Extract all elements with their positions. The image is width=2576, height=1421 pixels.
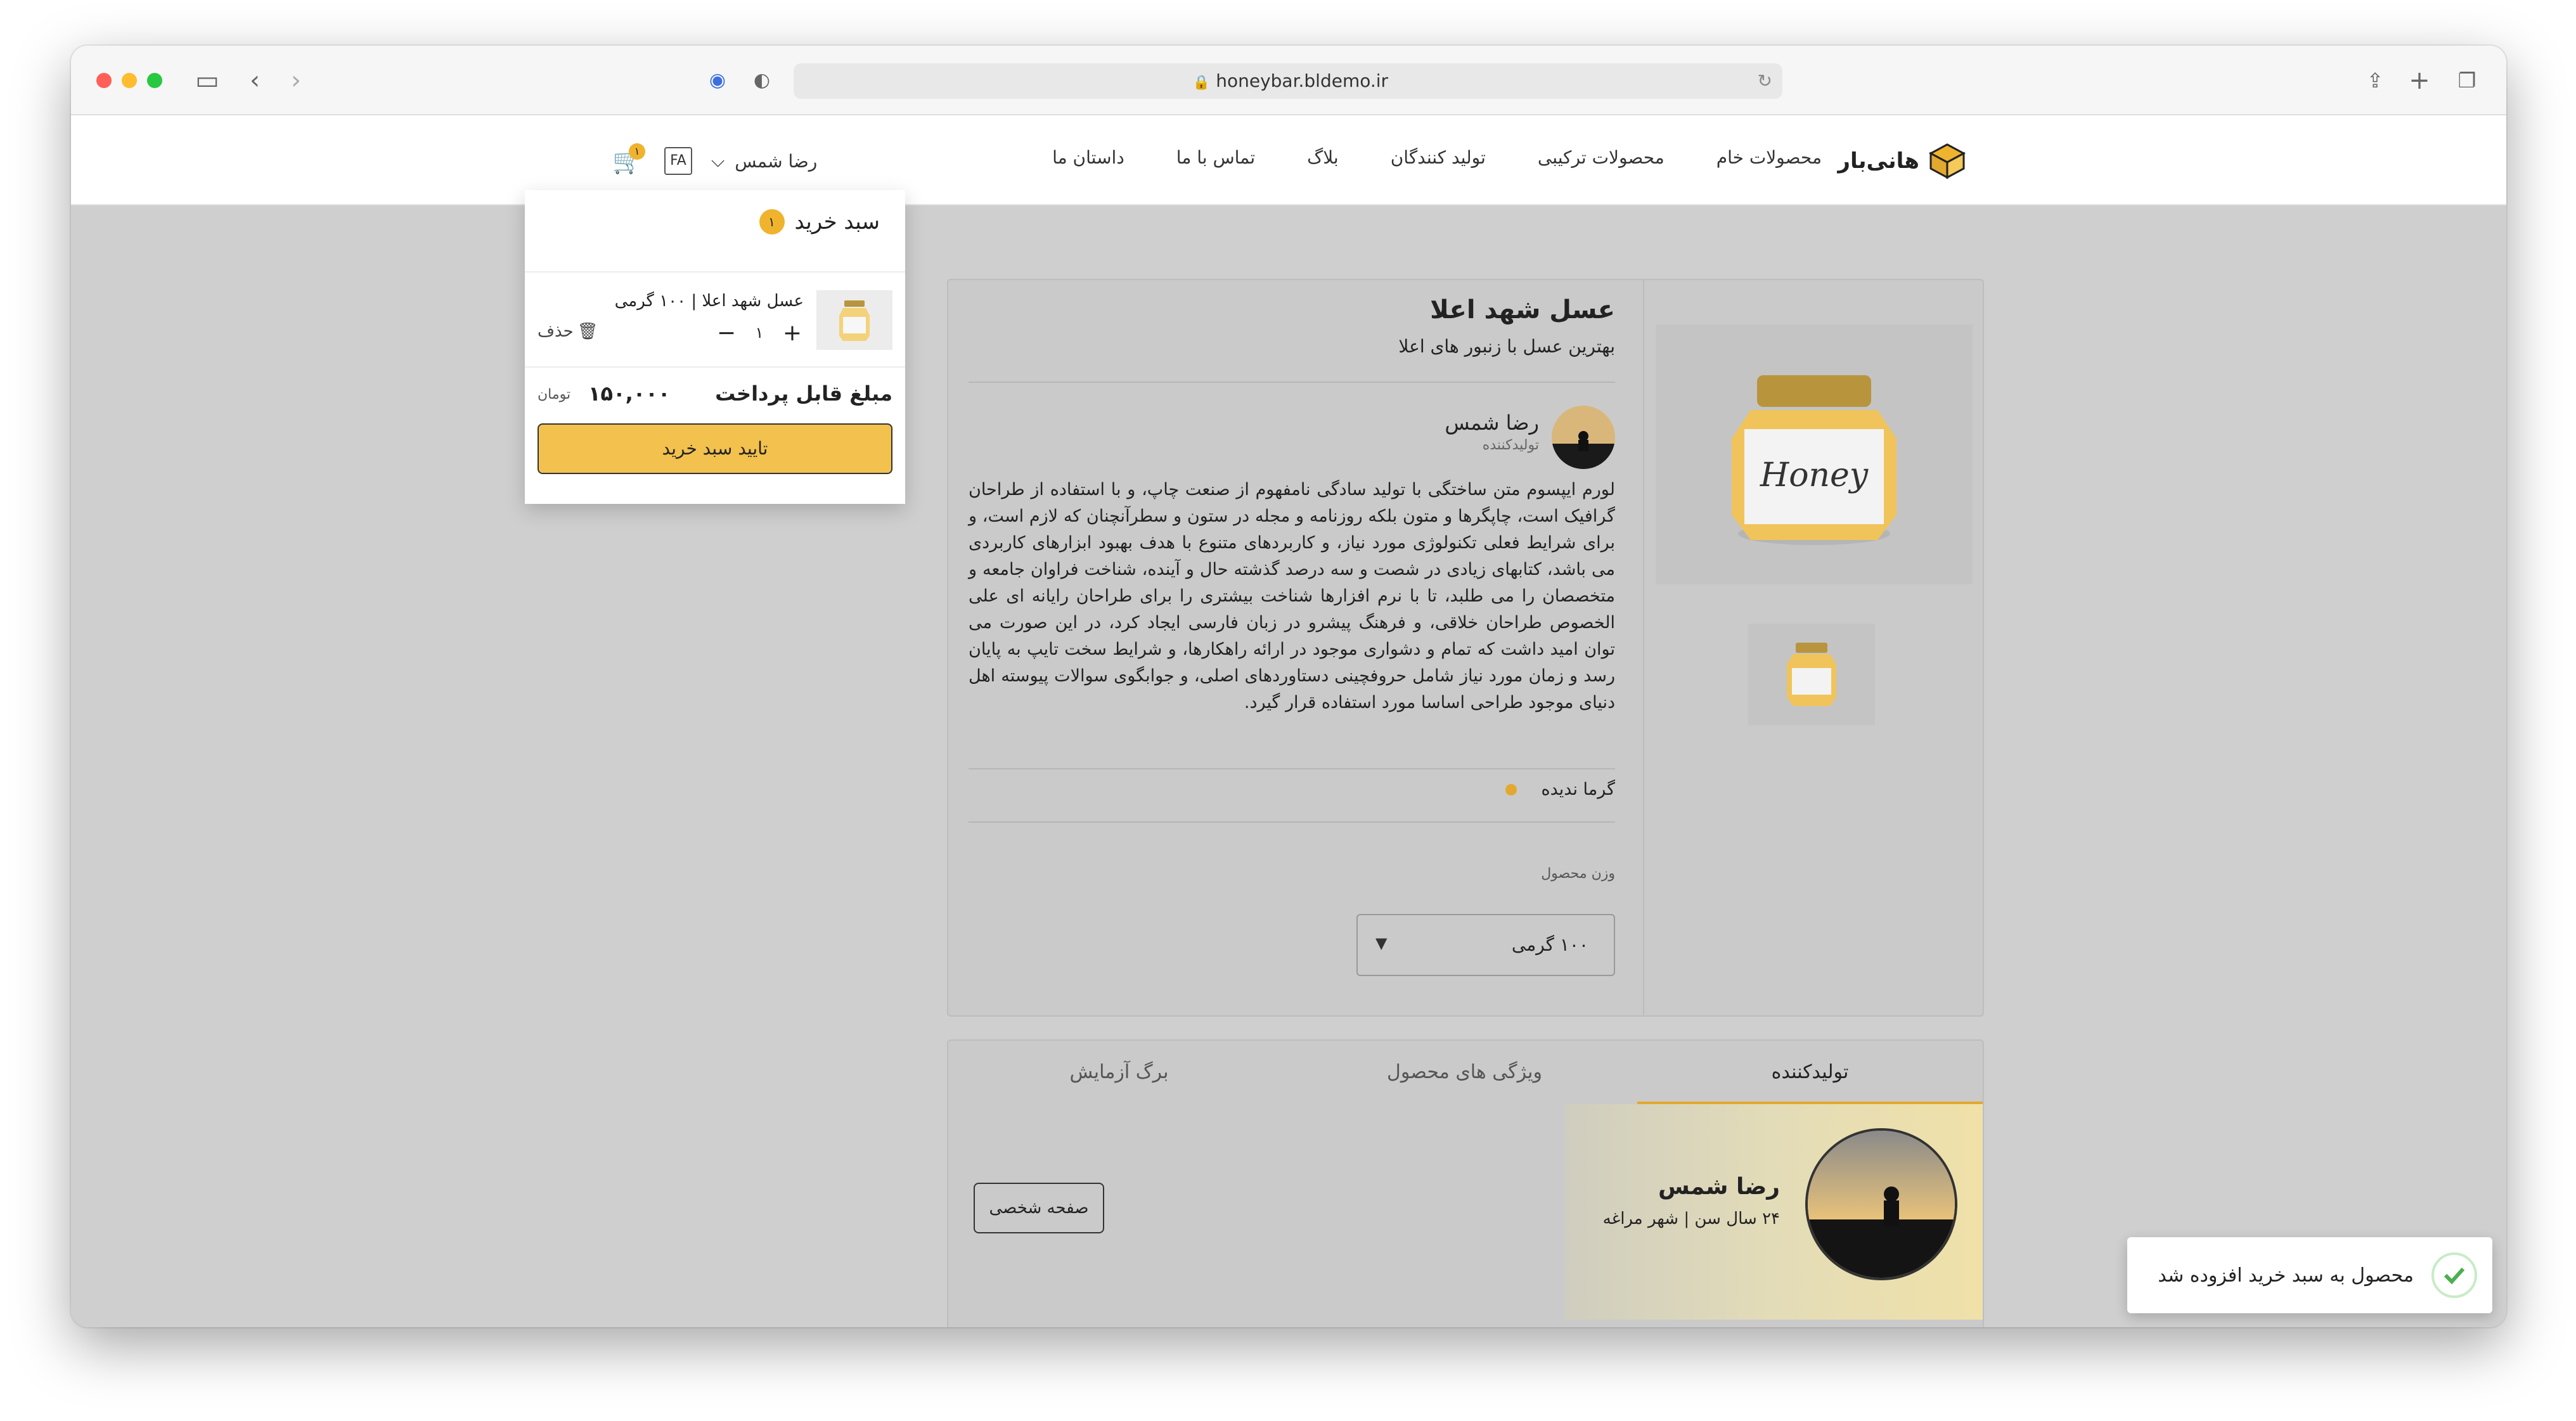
cart-count-badge: ۱ [629, 143, 645, 160]
total-currency: تومان [538, 387, 571, 402]
minimize-window-button[interactable] [122, 73, 137, 88]
honey-jar-photo: Honey [1732, 375, 1897, 545]
divider [525, 271, 905, 273]
cart-item-image [816, 290, 892, 350]
product-description: لورم ایپسوم متن ساختگی با تولید سادگی نا… [969, 480, 1615, 712]
user-menu[interactable]: ⌵ رضا شمس [711, 150, 817, 172]
product-title: عسل شهد اعلا [1430, 295, 1615, 325]
avatar-image [1808, 1131, 1955, 1278]
divider [1643, 280, 1644, 1015]
tab-lab-report[interactable]: برگ آزمایش [946, 1041, 1292, 1104]
site-logo[interactable]: هانی‌بار [1838, 136, 1967, 186]
reload-icon[interactable]: ↻ [1758, 63, 1772, 99]
dropdown-arrow-icon: ▼ [1375, 934, 1388, 952]
nav-contact[interactable]: تماس با ما [1176, 147, 1255, 168]
product-card: Honey عسل شهد اعلا بهترین عسل با زنبور ه… [947, 279, 1984, 1017]
site-header: هانی‌بار محصولات خام محصولات ترکیبی تولی… [71, 115, 2506, 205]
quantity-stepper: − ۱ + [709, 317, 810, 349]
toast-message: محصول به سبد خرید افزوده شد [2158, 1264, 2414, 1287]
url-text: honeybar.bldemo.ir [1216, 70, 1389, 91]
increase-button[interactable]: + [781, 320, 804, 346]
forward-icon[interactable]: › [280, 65, 312, 96]
cart-icon[interactable]: 🛒 ۱ [610, 143, 645, 179]
delete-button[interactable]: 🗑 حذف [538, 322, 598, 341]
cart-title-text: سبد خرید [794, 209, 880, 235]
cart-item-name: عسل شهد اعلا | ۱۰۰ گرمی [614, 292, 804, 311]
feature-label: گرما ندیده [1541, 780, 1615, 799]
divider [969, 382, 1615, 383]
divider [525, 366, 905, 368]
user-area: 🛒 ۱ FA ⌵ رضا شمس [610, 142, 817, 180]
nav-raw-products[interactable]: محصولات خام [1716, 147, 1822, 168]
check-icon [2431, 1252, 2477, 1298]
delete-label: حذف [538, 322, 574, 341]
profile-page-button[interactable]: صفحه شخصی [974, 1183, 1104, 1233]
main-nav: محصولات خام محصولات ترکیبی تولید کنندگان… [1052, 147, 1822, 168]
tab-producer[interactable]: تولیدکننده [1637, 1041, 1983, 1104]
honey-jar-icon [839, 300, 870, 341]
toast-notification: محصول به سبد خرید افزوده شد [2127, 1237, 2492, 1313]
honey-jar-thumb [1787, 643, 1836, 706]
nav-producers[interactable]: تولید کنندگان [1391, 147, 1486, 168]
address-bar[interactable]: 🔒 honeybar.bldemo.ir ↻ [794, 63, 1782, 99]
close-window-button[interactable] [96, 73, 112, 88]
nav-blog[interactable]: بلاگ [1307, 147, 1339, 168]
total-label: مبلغ قابل پرداخت [715, 382, 892, 406]
share-icon[interactable]: ⇪ [2359, 65, 2391, 96]
product-tabs: تولیدکننده ویژگی های محصول برگ آزمایش رض… [947, 1039, 1984, 1327]
weight-label: وزن محصول [1541, 866, 1615, 882]
nav-compound-products[interactable]: محصولات ترکیبی [1538, 147, 1665, 168]
logo-icon [1928, 143, 1966, 179]
product-feature: گرما ندیده [1505, 780, 1615, 799]
password-icon[interactable]: ◉ [702, 65, 733, 96]
new-tab-icon[interactable]: + [2404, 65, 2435, 96]
chevron-down-icon: ⌵ [711, 150, 725, 171]
nav-our-story[interactable]: داستان ما [1052, 147, 1124, 168]
shield-icon[interactable]: ◐ [746, 65, 778, 96]
producer-avatar[interactable] [1552, 406, 1615, 469]
bullet-icon [1505, 783, 1517, 795]
producer-card-name: رضا شمس [1658, 1174, 1780, 1200]
sidebar-icon[interactable]: ▭ [191, 65, 223, 96]
tab-features[interactable]: ویژگی های محصول [1292, 1041, 1637, 1104]
tabs-overview-icon[interactable]: ❐ [2451, 65, 2483, 96]
svg-text:Honey: Honey [1760, 456, 1869, 494]
language-button[interactable]: FA [664, 147, 692, 175]
cart-title: سبد خرید ۱ [759, 209, 880, 235]
cart-dropdown: سبد خرید ۱ عسل شهد اعلا | ۱۰۰ گرمی − ۱ +… [525, 190, 905, 504]
user-name: رضا شمس [735, 150, 818, 172]
decrease-button[interactable]: − [715, 320, 738, 346]
producer-name[interactable]: رضا شمس [1445, 411, 1539, 435]
confirm-cart-button[interactable]: تایید سبد خرید [538, 423, 892, 474]
logo-text: هانی‌بار [1838, 148, 1919, 174]
divider [969, 821, 1615, 823]
product-thumbnail[interactable] [1748, 624, 1875, 725]
browser-toolbar: ▭ ‹ › ◉ ◐ 🔒 honeybar.bldemo.ir ↻ ⇪ + ❐ [71, 46, 2506, 115]
cart-count-badge: ۱ [759, 209, 785, 235]
lock-icon: 🔒 [1192, 75, 1211, 91]
product-subtitle: بهترین عسل با زنبور های اعلا [1398, 336, 1615, 357]
quantity-value: ۱ [755, 324, 764, 342]
weight-select[interactable]: ۱۰۰ گرمی ▼ [1356, 914, 1615, 976]
total-value: ۱۵۰,۰۰۰ [588, 382, 671, 406]
avatar-image [1552, 406, 1615, 469]
divider [969, 768, 1615, 769]
trash-icon: 🗑 [577, 322, 598, 341]
back-icon[interactable]: ‹ [239, 65, 271, 96]
producer-card-avatar [1805, 1128, 1957, 1280]
product-main-image[interactable]: Honey [1656, 325, 1973, 584]
producer-role: تولیدکننده [1482, 437, 1539, 453]
producer-card-info: ۲۴ سال سن | شهر مراغه [1602, 1209, 1780, 1228]
producer-card: رضا شمس ۲۴ سال سن | شهر مراغه [1564, 1104, 1983, 1320]
zoom-window-button[interactable] [147, 73, 162, 88]
weight-value: ۱۰۰ گرمی [1511, 934, 1588, 955]
browser-window: ▭ ‹ › ◉ ◐ 🔒 honeybar.bldemo.ir ↻ ⇪ + ❐ ه… [71, 46, 2506, 1327]
